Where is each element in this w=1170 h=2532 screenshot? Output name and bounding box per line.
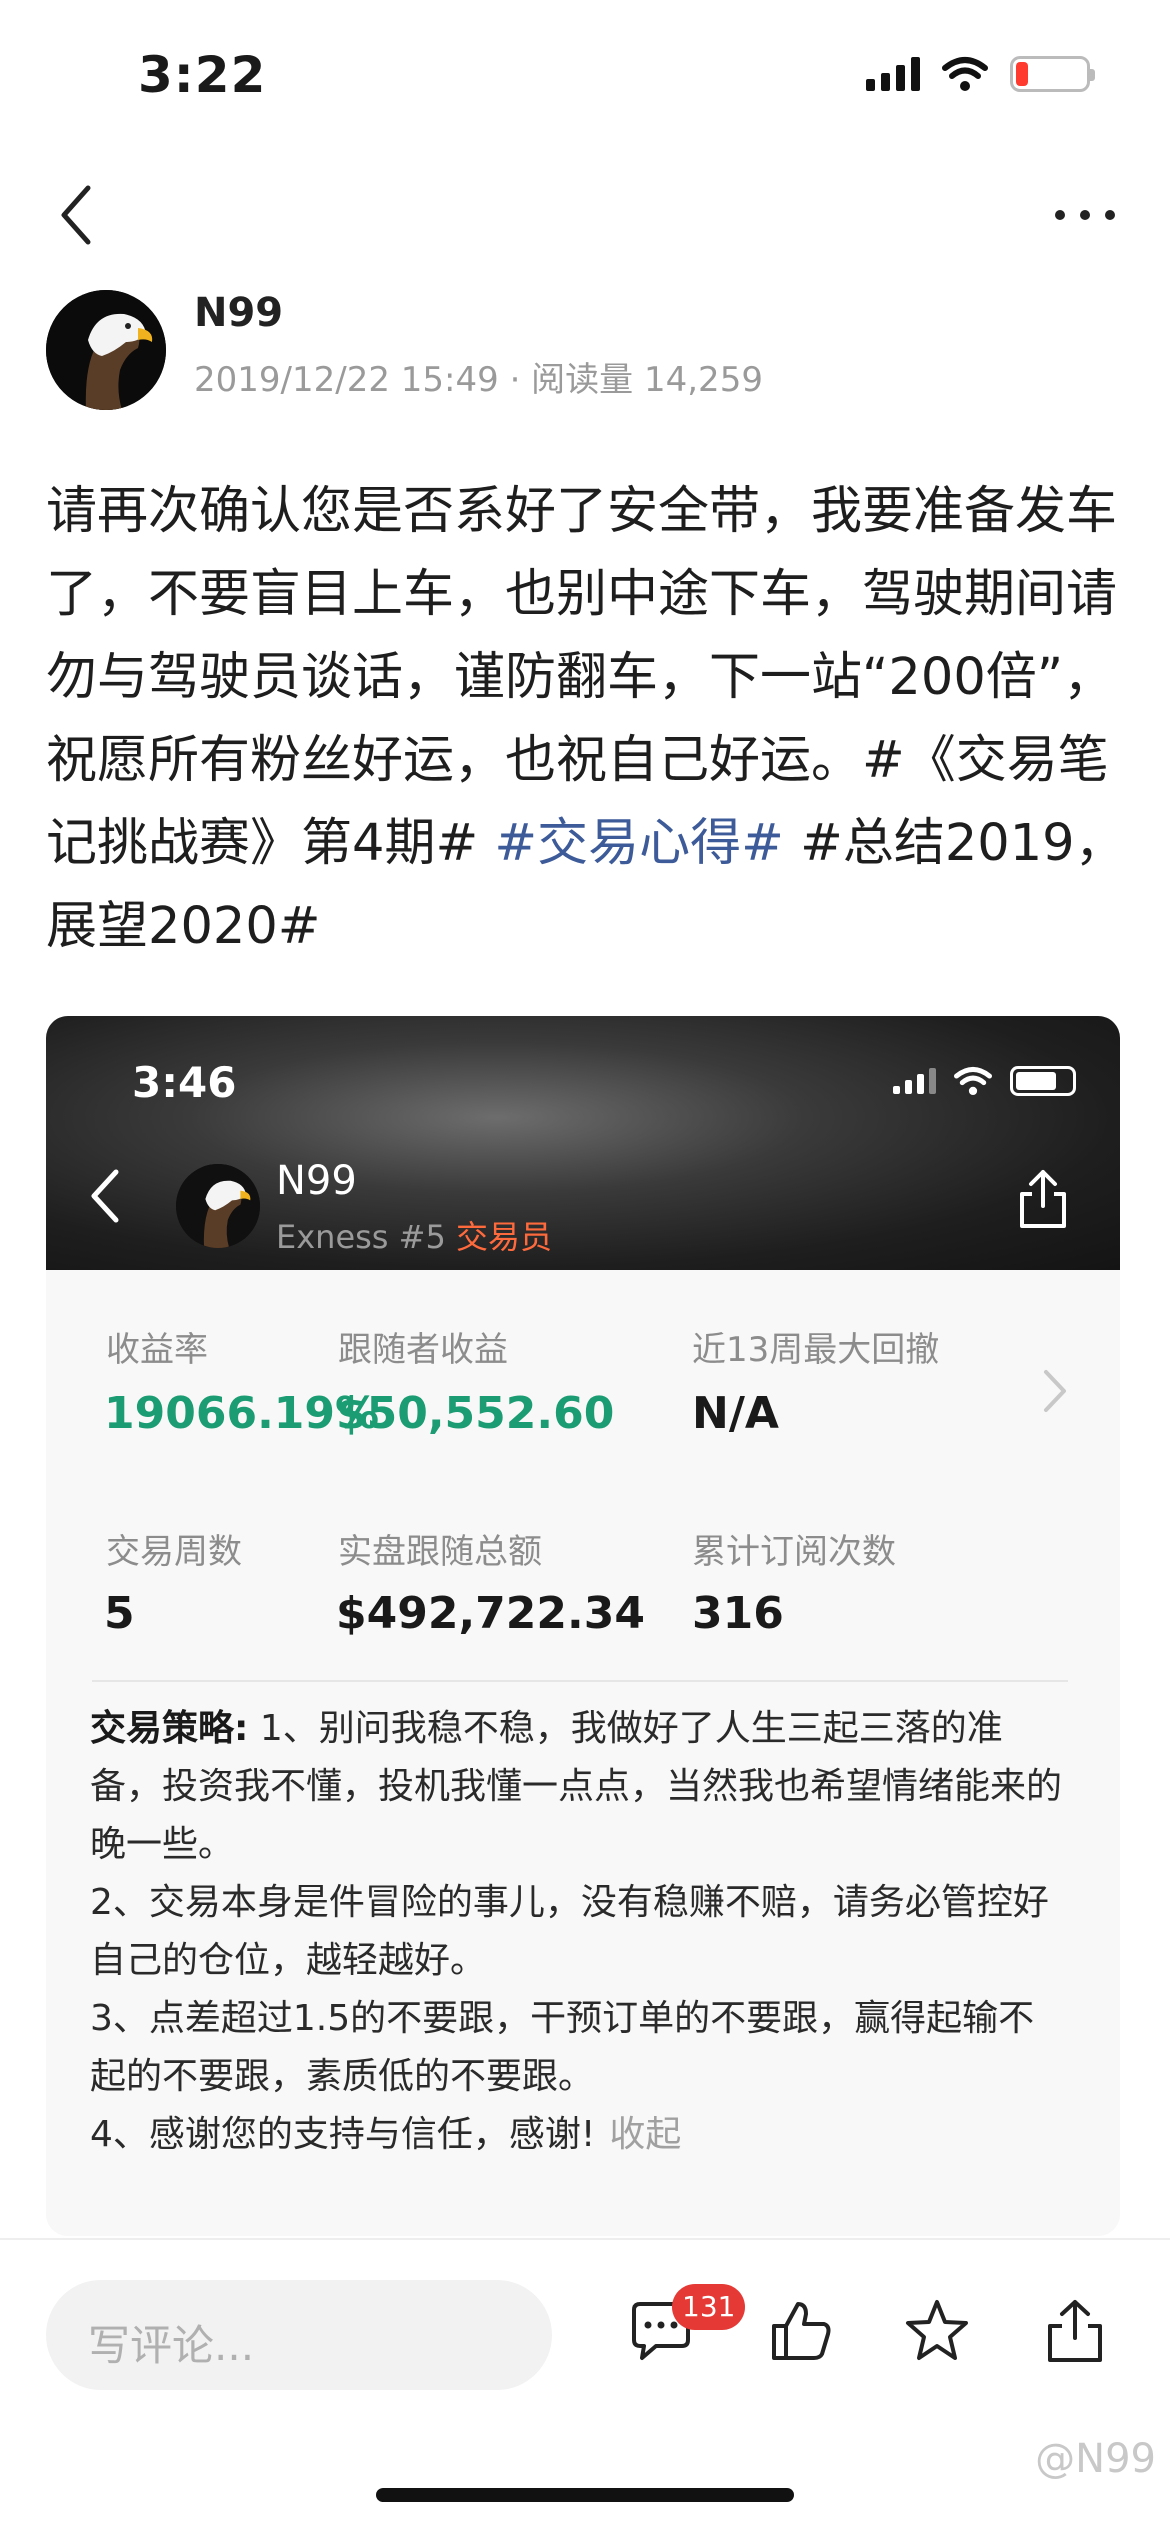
embedded-header: 3:46 N99 Exness #5 交易员 (46, 1016, 1120, 1270)
avatar[interactable] (46, 290, 166, 410)
chevron-left-icon[interactable] (50, 180, 110, 250)
eagle-avatar-image (46, 290, 166, 410)
stat-value-total-follow: $492,722.34 (336, 1588, 645, 1639)
embedded-screenshot[interactable]: 3:46 N99 Exness #5 交易员 收益率 19066.19% 跟随者… (46, 1016, 1120, 2236)
author-name[interactable]: N99 (194, 290, 283, 336)
embedded-status-time: 3:46 (132, 1058, 237, 1107)
chevron-left-icon (91, 1169, 119, 1223)
trading-strategy: 交易策略: 1、别问我稳不稳，我做好了人生三起三落的准备，投资我不懂，投机我懂一… (90, 1700, 1070, 2164)
like-icon[interactable] (766, 2296, 836, 2366)
battery-icon (1010, 1066, 1076, 1096)
stat-label: 收益率 (106, 1330, 208, 1370)
signal-icon (893, 1068, 936, 1094)
embedded-status-icons (893, 1066, 1076, 1096)
avatar (176, 1164, 260, 1248)
status-time: 3:22 (138, 46, 267, 104)
trader-name: N99 (276, 1158, 357, 1204)
signal-icon (866, 57, 920, 91)
status-icons (866, 56, 1095, 92)
stat-label: 跟随者收益 (338, 1330, 508, 1370)
collapse-link: 收起 (609, 2114, 682, 2155)
stat-label: 实盘跟随总额 (338, 1532, 542, 1572)
home-indicator (376, 2488, 794, 2502)
stat-label: 交易周数 (106, 1532, 242, 1572)
strategy-heading: 交易策略: (90, 1708, 249, 1749)
comment-input[interactable]: 写评论... (46, 2280, 552, 2390)
comment-placeholder: 写评论... (88, 2321, 255, 2370)
strategy-line: 4、感谢您的支持与信任，感谢! (90, 2114, 596, 2155)
strategy-line: 3、点差超过1.5的不要跟，干预订单的不要跟，赢得起输不起的不要跟，素质低的不要… (90, 1998, 1035, 2097)
divider (92, 1680, 1068, 1682)
trader-subtitle: Exness #5 交易员 (276, 1212, 552, 1258)
author-header: N99 2019/12/22 15:49 · 阅读量 14,259 (46, 290, 1126, 410)
wifi-icon (942, 57, 988, 91)
wifi-icon (954, 1066, 992, 1096)
share-icon[interactable] (1040, 2296, 1110, 2366)
hashtag-link[interactable]: #交易心得# (494, 814, 783, 873)
battery-low-icon (1010, 56, 1095, 92)
stat-value-follower-profit: $50,552.60 (336, 1388, 615, 1439)
chevron-right-icon (1044, 1370, 1066, 1412)
stat-label: 近13周最大回撤 (692, 1330, 940, 1370)
post-meta: 2019/12/22 15:49 · 阅读量 14,259 (194, 360, 763, 400)
status-bar: 3:22 (0, 0, 1170, 150)
broker-rank: Exness #5 (276, 1218, 456, 1256)
bottom-toolbar: 写评论... 131 (0, 2238, 1170, 2438)
stat-value-drawdown: N/A (692, 1388, 779, 1439)
trader-stats: 收益率 19066.19% 跟随者收益 $50,552.60 近13周最大回撤 … (46, 1270, 1120, 2236)
post-body: 请再次确认您是否系好了安全带，我要准备发车了，不要盲目上车，也别中途下车，驾驶期… (46, 470, 1126, 968)
more-dots-icon[interactable] (1050, 190, 1120, 240)
stat-label: 累计订阅次数 (692, 1532, 896, 1572)
trader-role: 交易员 (455, 1218, 552, 1256)
strategy-line: 2、交易本身是件冒险的事儿，没有稳赚不赔，请务必管控好自己的仓位，越轻越好。 (90, 1882, 1049, 1981)
nav-bar (0, 170, 1170, 260)
stat-value-weeks: 5 (104, 1588, 135, 1639)
comment-count-badge: 131 (672, 2284, 746, 2330)
share-icon (1020, 1170, 1066, 1228)
stat-value-subscriptions: 316 (692, 1588, 784, 1639)
eagle-avatar-image (176, 1164, 260, 1248)
post-detail-page: 3:22 N99 2019/12/22 15:49 · 阅读量 14,259 请… (0, 0, 1170, 2532)
star-icon[interactable] (902, 2296, 972, 2366)
watermark: @N99 (1035, 2436, 1156, 2482)
